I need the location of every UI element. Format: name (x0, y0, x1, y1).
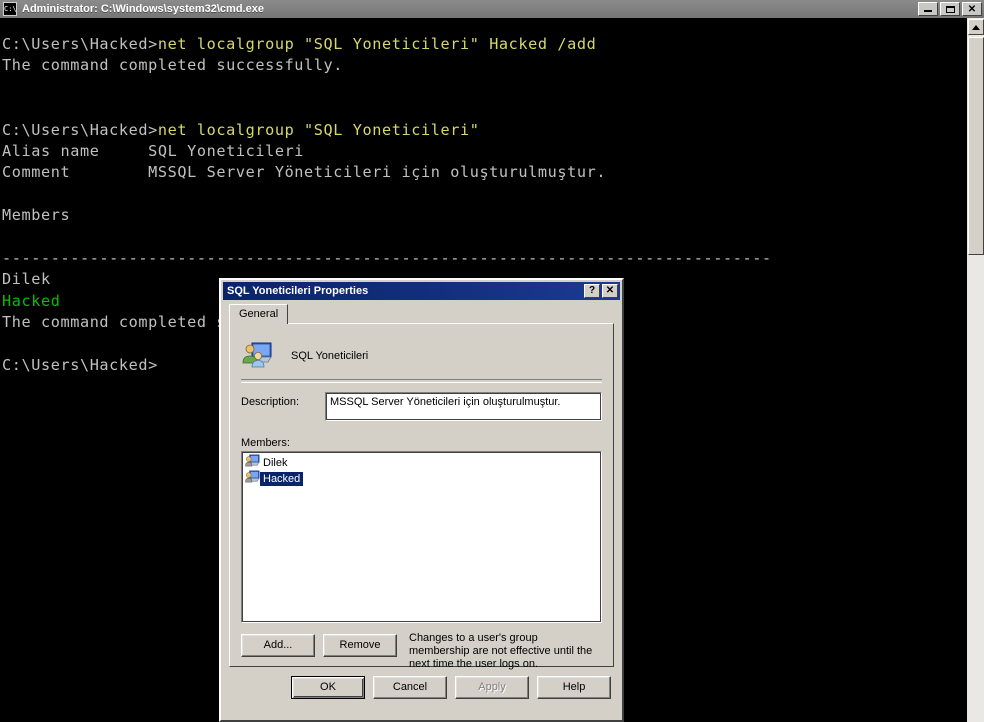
tab-strip: General (229, 304, 614, 324)
scroll-up-arrow-icon[interactable] (968, 19, 984, 35)
member-name: Dilek (263, 456, 288, 469)
console-line: Members (2, 205, 772, 226)
group-name: SQL Yoneticileri (291, 350, 369, 362)
console-output: Members (2, 206, 71, 225)
scrollbar-thumb[interactable] (968, 37, 984, 255)
minimize-button[interactable] (918, 2, 938, 16)
console-output: The command completed successfully. (2, 56, 344, 75)
console-line: Alias name SQL Yoneticileri (2, 141, 772, 162)
general-tab-panel: SQL Yoneticileri Description: MSSQL Serv… (229, 323, 614, 670)
console-line (2, 227, 772, 248)
console-line: ----------------------------------------… (2, 248, 772, 269)
list-item[interactable]: Hacked (245, 470, 599, 487)
console-window-controls: ✕ (918, 2, 982, 16)
maximize-icon (946, 6, 955, 13)
console-output: ----------------------------------------… (2, 249, 772, 268)
console-window-title: Administrator: C:\Windows\system32\cmd.e… (22, 3, 264, 15)
console-line (2, 184, 772, 205)
group-header: SQL Yoneticileri (241, 334, 602, 378)
dialog-titlebar[interactable]: SQL Yoneticileri Properties ? ✕ (223, 282, 620, 300)
membership-note: Changes to a user's group membership are… (409, 632, 593, 670)
console-command: net localgroup "SQL Yoneticileri" Hacked… (157, 35, 597, 53)
maximize-button[interactable] (940, 2, 960, 16)
console-line: C:\Users\Hacked>net localgroup "SQL Yone… (2, 120, 772, 141)
group-icon (241, 339, 273, 374)
description-input[interactable]: MSSQL Server Yöneticileri için oluşturul… (325, 392, 602, 421)
console-output (2, 228, 12, 246)
dialog-close-button[interactable]: ✕ (602, 284, 618, 298)
list-item[interactable]: Dilek (245, 454, 599, 471)
cmd-icon: C:\ (3, 2, 17, 16)
console-output: Alias name SQL Yoneticileri (2, 142, 305, 161)
group-properties-dialog: SQL Yoneticileri Properties ? ✕ General … (219, 278, 624, 722)
dialog-title: SQL Yoneticileri Properties (227, 285, 369, 297)
console-output (2, 335, 12, 353)
member-name: Hacked (260, 471, 304, 486)
console-line: The command completed successfully. (2, 55, 772, 76)
console-prompt: C:\Users\Hacked> (2, 35, 158, 53)
console-prompt: C:\Users\Hacked> (2, 356, 158, 375)
user-icon (245, 454, 260, 471)
members-label: Members: (241, 437, 290, 449)
console-prompt: C:\Users\Hacked> (2, 120, 158, 139)
description-label: Description: (241, 396, 300, 408)
console-line: C:\Users\Hacked>net localgroup "SQL Yone… (2, 34, 772, 55)
close-button[interactable]: ✕ (962, 2, 982, 16)
remove-button[interactable]: Remove (323, 634, 397, 657)
console-line (2, 98, 772, 119)
members-listbox[interactable]: Dilek Hacked (241, 451, 602, 623)
add-button[interactable]: Add... (241, 634, 315, 657)
console-output (2, 78, 12, 96)
close-icon: ✕ (967, 4, 977, 15)
console-output: Dilek (2, 270, 51, 289)
console-vertical-scrollbar[interactable] (967, 18, 984, 722)
apply-button: Apply (455, 676, 529, 699)
console-line (2, 77, 772, 98)
help-button[interactable]: Help (537, 676, 611, 699)
member-actions: Add... Remove Changes to a user's group … (241, 632, 602, 671)
console-output: Hacked (2, 291, 61, 310)
user-icon (245, 470, 260, 487)
dialog-help-button[interactable]: ? (584, 284, 600, 298)
cancel-button[interactable]: Cancel (373, 676, 447, 699)
minimize-icon (924, 10, 932, 12)
header-divider (241, 379, 602, 383)
console-output (2, 99, 12, 117)
console-line: Comment MSSQL Server Yöneticileri için o… (2, 162, 772, 183)
dialog-button-bar: OK Cancel Apply Help (221, 676, 622, 699)
console-titlebar[interactable]: C:\ Administrator: C:\Windows\system32\c… (0, 0, 984, 18)
ok-button[interactable]: OK (291, 676, 365, 699)
console-output: Comment MSSQL Server Yöneticileri için o… (2, 163, 607, 182)
console-output (2, 185, 12, 203)
console-command: net localgroup "SQL Yoneticileri" (157, 120, 480, 139)
description-row: Description: MSSQL Server Yöneticileri i… (241, 392, 602, 421)
tab-general[interactable]: General (229, 304, 289, 324)
